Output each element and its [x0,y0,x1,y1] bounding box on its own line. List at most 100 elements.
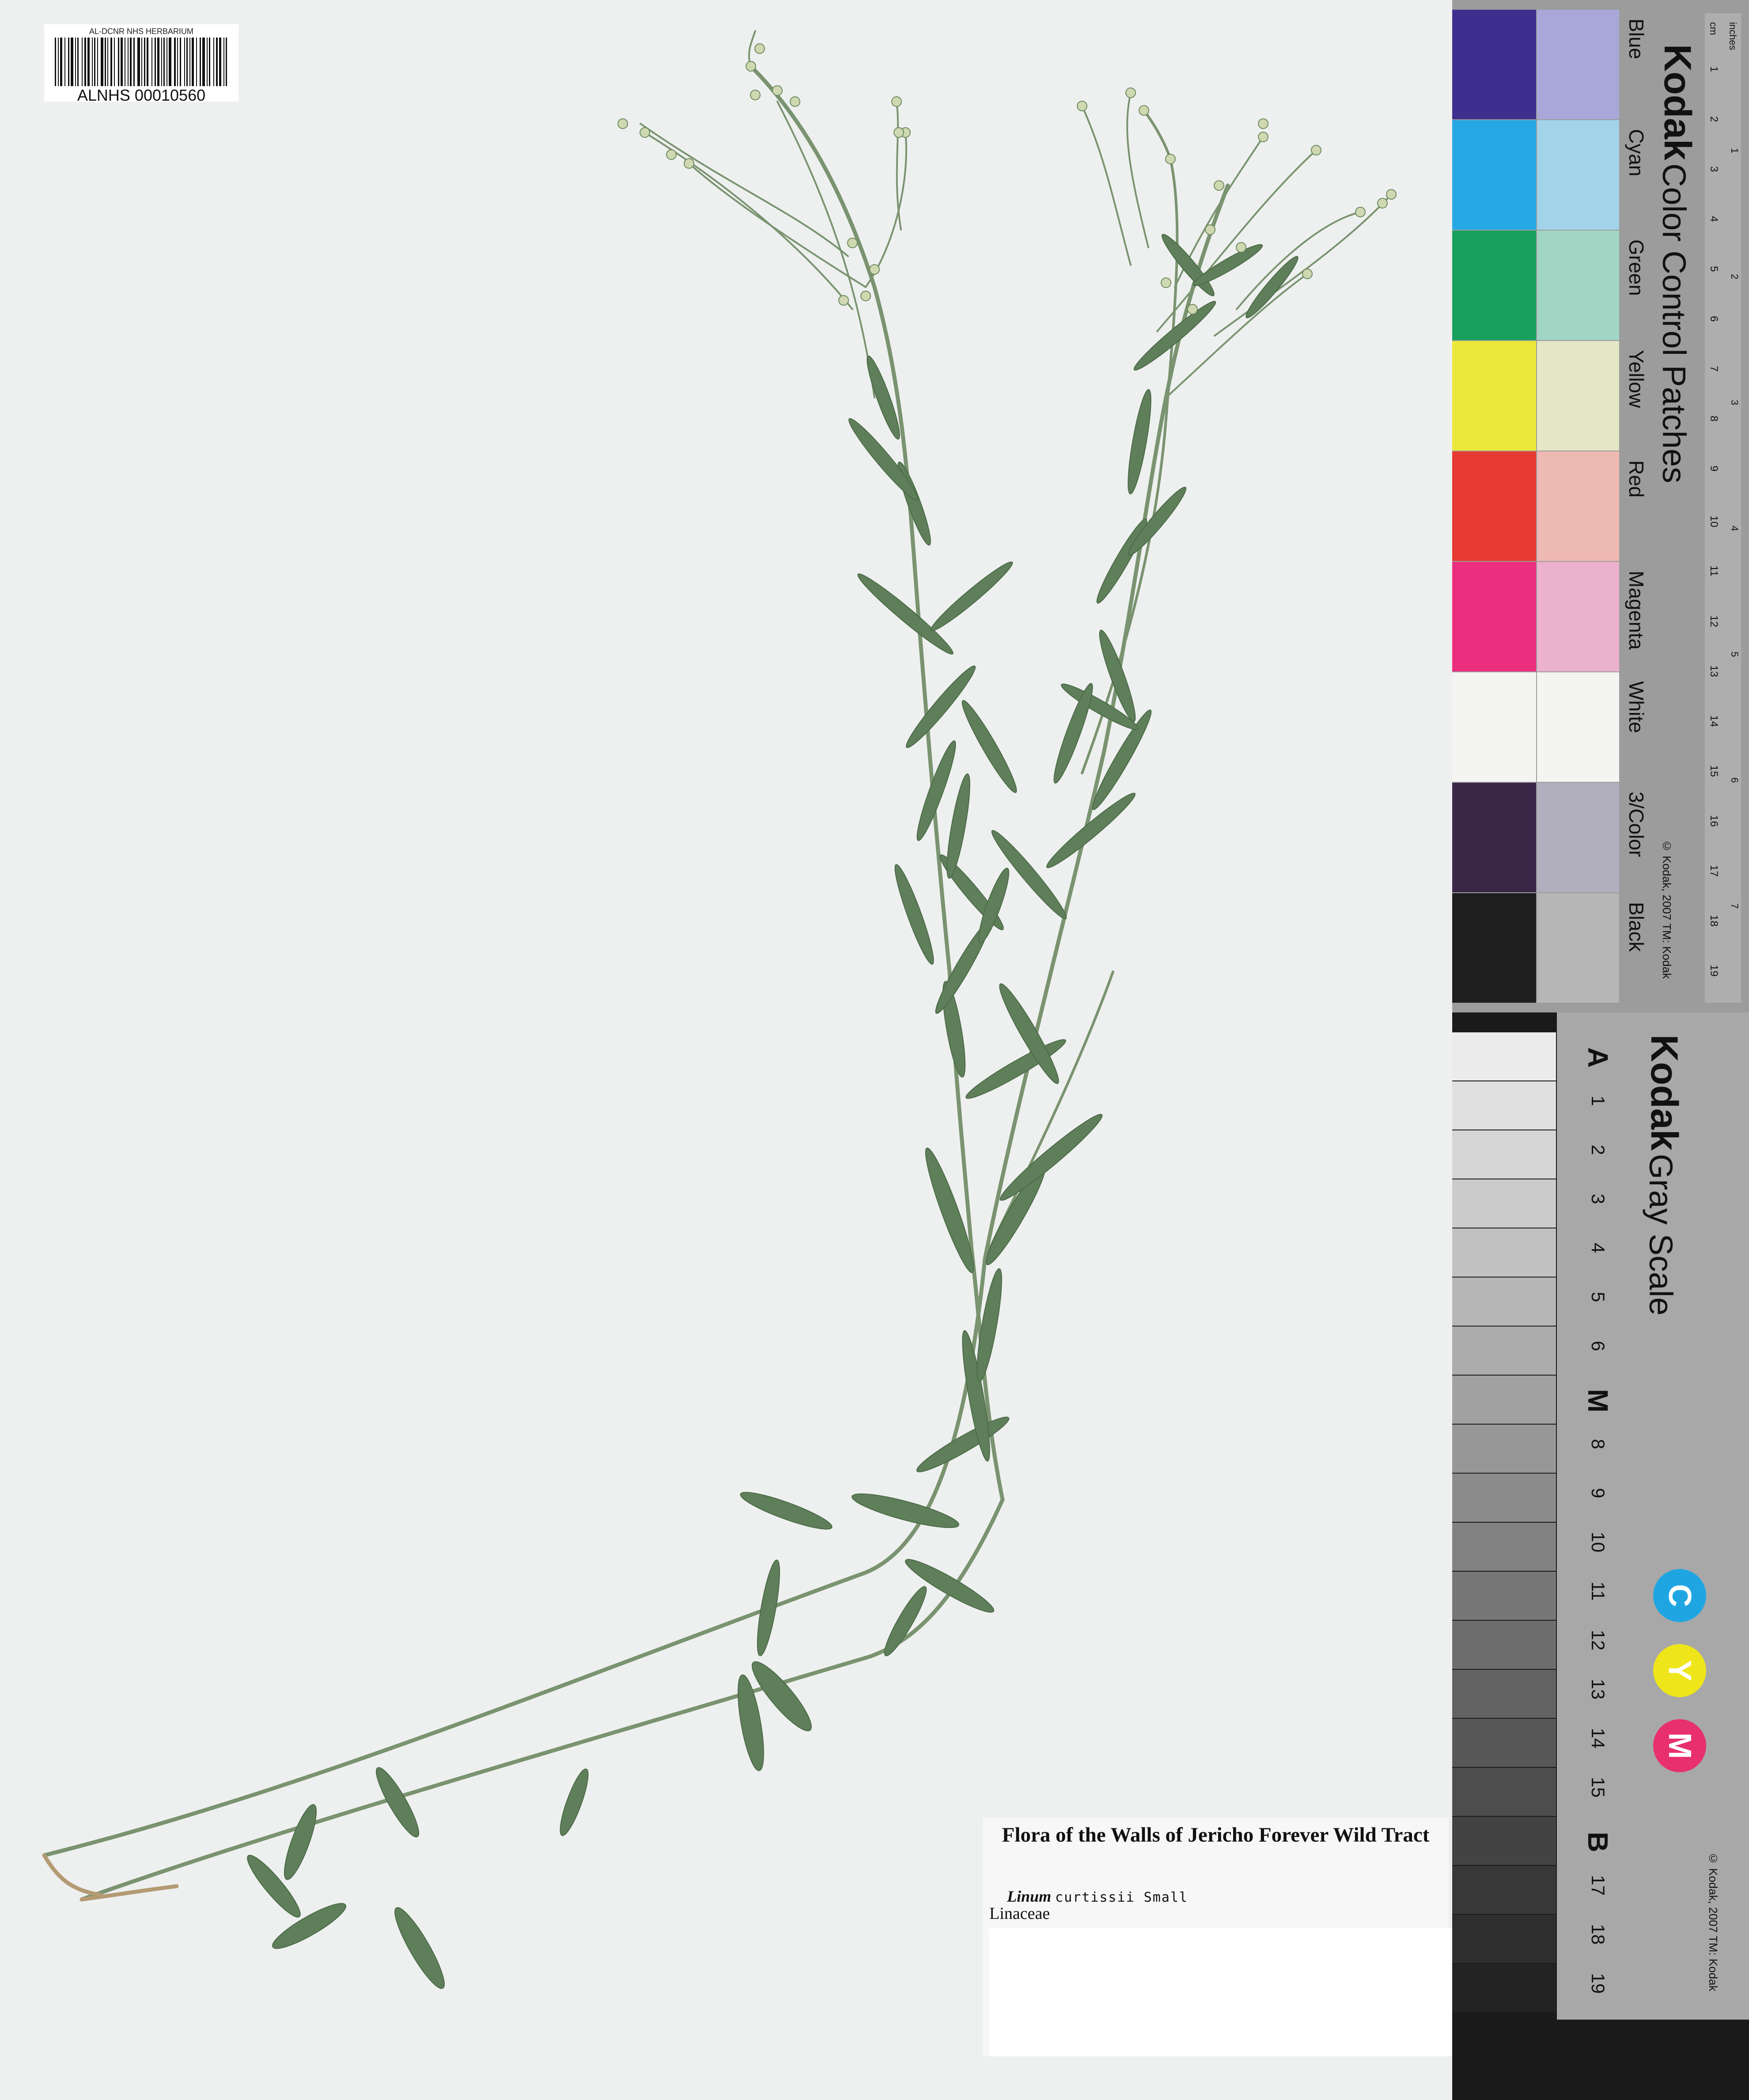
gray-step-label: 13 [1588,1679,1609,1700]
flower-bud [1355,207,1366,217]
flower-bud [772,85,783,96]
gray-step-label: 14 [1588,1728,1609,1749]
gray-step [1452,1277,1556,1326]
flower-bud [754,43,765,54]
label-species: curtissii Small [1055,1890,1188,1905]
gray-step [1452,1376,1556,1424]
flower-bud [1139,105,1149,116]
ruler-cm-tick: 1 [1708,66,1720,72]
stem [640,123,849,257]
color-patch-light [1537,231,1619,340]
gray-step-label: 3 [1588,1194,1609,1204]
leaf [857,573,954,655]
color-patch-dark [1452,672,1536,782]
cym-dot-c: C [1653,1569,1706,1622]
gray-step [1452,1621,1556,1669]
gray-step [1452,1228,1556,1277]
gray-step [1452,1719,1556,1767]
flower-bud [1258,132,1268,142]
ruler-cm-tick: 16 [1708,815,1720,827]
ruler-cm-tick: 3 [1708,166,1720,172]
flower-bud [1386,189,1397,200]
ruler-inch-tick: 1 [1729,148,1740,154]
specimen-label: Flora of the Walls of Jericho Forever Wi… [983,1818,1453,2056]
color-patch-light [1537,783,1619,892]
ruler: cm inches 1 2 3 4 5 6 7 8 9 10 11 12 13 14 15 16 17 18 19 1… [1705,13,1741,1035]
color-patch-dark [1452,341,1536,451]
flower-bud [1377,198,1388,208]
gray-step-label: 12 [1588,1630,1609,1651]
leaf [284,1804,317,1880]
flower-bud [891,96,902,107]
ruler-cm-tick: 6 [1708,316,1720,322]
flower-bud [893,127,904,138]
gray-step [1452,1032,1556,1080]
leaf [394,1907,445,1989]
kodak-color-control-card: Kodak Color Control Patches Blue Cyan Gree… [1452,0,1749,1035]
ruler-inch-tick: 4 [1729,526,1740,531]
gray-step-label: 9 [1588,1488,1609,1498]
color-card-copyright: © Kodak, 2007 TM: Kodak [1660,839,1673,979]
color-patch-light [1537,451,1619,561]
ruler-cm-tick: 5 [1708,266,1720,272]
flower-bud [1161,277,1171,288]
ruler-cm-tick: 4 [1708,216,1720,222]
ruler-cm-tick: 13 [1708,665,1720,677]
cym-dot-y: Y [1653,1644,1706,1697]
label-taxon: Linum curtissii Small [1007,1887,1188,1906]
ruler-cm-tick: 18 [1708,915,1720,927]
color-card-brand: Kodak [1656,44,1699,160]
root [42,1853,104,1897]
patch-label: Yellow [1625,350,1648,408]
gray-card-copyright: © Kodak, 2007 TM: Kodak [1707,1852,1720,1991]
gray-step-label: A [1582,1047,1614,1068]
leaf [894,864,934,965]
gray-step [1452,1572,1556,1620]
flower-bud [640,127,650,138]
leaf [986,1164,1046,1265]
ruler-cm-tick: 7 [1708,366,1720,372]
flower-bud [750,90,761,100]
stem [748,30,756,67]
color-patch-dark [1452,783,1536,892]
gray-card-title: Gray Scale [1643,1154,1679,1316]
gray-card-brand: Kodak [1643,1035,1685,1151]
flower-bud [1236,242,1246,253]
color-card-title: Color Control Patches [1656,163,1692,483]
gray-step-label: 8 [1588,1439,1609,1449]
color-patch-light [1537,10,1619,119]
ruler-cm-tick: 10 [1708,516,1720,527]
label-blank-area [989,1928,1453,2056]
stem [865,132,907,288]
leaf [740,1492,833,1530]
flower-bud [860,291,871,301]
gray-step [1452,1523,1556,1571]
ruler-cm-tick: 17 [1708,865,1720,877]
flower-bud [1258,118,1268,129]
ruler-cm-tick: 9 [1708,466,1720,472]
flower-bud [1205,224,1215,235]
flower-bud [847,238,858,248]
leaf [848,418,919,501]
color-patch-dark [1452,10,1536,119]
patch-label: Blue [1625,19,1648,60]
gray-step-label: 1 [1588,1095,1609,1106]
flower-bud [617,118,628,129]
flower-bud [1077,101,1087,111]
leaf [852,1493,959,1528]
herbarium-sheet: AL-DCNR NHS HERBARIUM ALNHS 00010560 Flo… [0,0,1453,2100]
gray-step-label: 5 [1588,1292,1609,1302]
gray-step-label: 4 [1588,1243,1609,1253]
gray-step [1452,1915,1556,1963]
flower-bud [666,149,677,160]
flower-bud [1187,304,1198,315]
leaf [925,1147,974,1274]
leaf [946,773,970,879]
flower-bud [869,264,880,275]
flower-bud [1125,87,1136,98]
patch-label: 3/Color [1625,792,1648,857]
flower-bud [746,61,756,72]
gray-step [1452,1670,1556,1718]
ruler-cm-label: cm [1708,22,1719,35]
stem [984,970,1114,1260]
